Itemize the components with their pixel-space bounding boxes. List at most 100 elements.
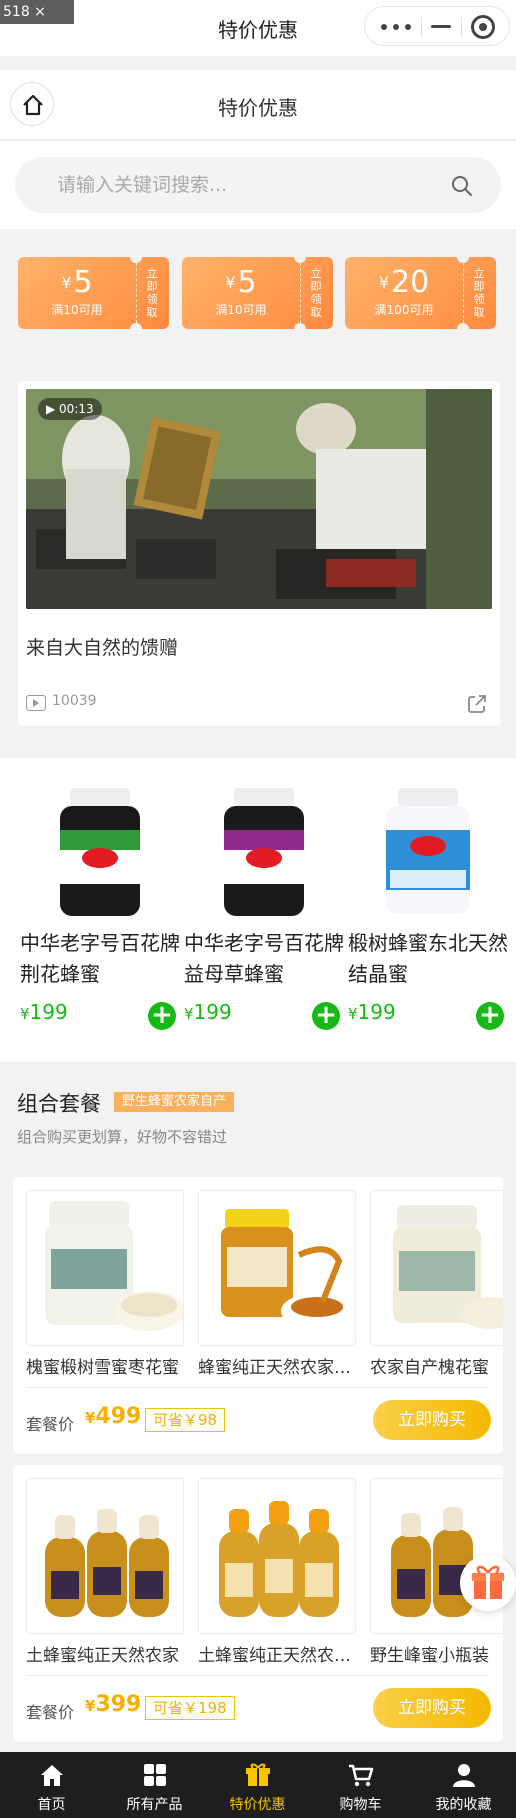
package-card[interactable]: 土蜂蜜纯正天然农家 土蜂蜜纯正天然农家自产 野生峰蜜小瓶装 套餐价 ¥399 可… [13,1465,503,1742]
video-view-count: 10039 [52,693,97,709]
package-item-image [198,1190,356,1346]
coupon-notch [457,323,469,335]
coupon-notch [294,251,306,263]
buy-now-button[interactable]: 立即购买 [373,1400,491,1440]
coupon-condition: 满10可用 [51,303,103,317]
package-price-label: 套餐价 [26,1415,75,1434]
capsule-divider [421,17,422,37]
package-item-name: 土蜂蜜纯正天然农家自产 [198,1646,356,1666]
floating-gift-button[interactable] [460,1555,516,1611]
video-duration-badge: ▶ 00:13 [38,398,102,420]
search-bar [15,157,501,213]
gift-icon [246,1763,270,1786]
package-item-name: 槐蜜椴树雪蜜枣花蜜 [26,1358,179,1378]
close-record-icon[interactable] [471,15,495,39]
tab-favorites[interactable]: 我的收藏 [412,1752,515,1818]
package-item-image [198,1478,356,1634]
package-saving-badge: 可省￥198 [145,1696,235,1720]
package-card[interactable]: 槐蜜椴树雪蜜枣花蜜 蜂蜜纯正天然农家自产 农家自产槐花蜜 套餐价 ¥499 可省… [13,1177,503,1454]
play-icon: ▶ [46,402,60,416]
combo-subtitle: 组合购买更划算，好物不容错过 [17,1128,228,1146]
coupon-claim-label: 立即领取 [310,267,322,319]
video-thumbnail[interactable]: ▶ 00:13 [26,389,492,609]
more-icon[interactable] [381,24,411,30]
window-titlebar: 特价优惠 [0,0,516,56]
search-section [0,141,516,229]
package-item-name: 野生峰蜜小瓶装 [370,1646,489,1666]
package-price-label: 套餐价 [26,1703,75,1722]
honey-jar-image [224,788,304,916]
package-item-name: 农家自产槐花蜜 [370,1358,489,1378]
package-divider [26,1387,490,1388]
size-badge: 518 × 975 [0,0,74,44]
product-price: ¥199 [348,1000,396,1024]
coupon-condition: 满100可用 [374,303,434,317]
share-icon[interactable] [466,693,488,715]
package-item-name: 土蜂蜜纯正天然农家 [26,1646,179,1666]
coupon-amount: ¥5 [61,265,93,300]
coupon-amount: ¥5 [225,265,257,300]
product-card[interactable]: 中华老字号百花牌荆花蜂蜜 ¥199 + [18,758,182,1062]
coupon-claim-label: 立即领取 [146,267,158,319]
product-card[interactable]: 椴树蜂蜜东北天然结晶蜜 ¥199 + [346,758,510,1062]
tab-label: 首页 [37,1797,66,1813]
bottom-tab-bar: 首页 所有产品 特价优惠 购物车 我的收藏 [0,1752,516,1818]
coupon-card[interactable]: ¥20 满100可用 立即领取 [345,251,496,335]
app-screen: 特价优惠 518 × 975 特价优惠 ¥5 满10可用 立即领取 ¥5 [0,0,516,1818]
coupon-amount: ¥20 [378,265,430,300]
honey-jar-image [386,788,470,914]
combo-section-header: 组合套餐 野生蜂蜜农家自产 组合购买更划算，好物不容错过 [0,1062,516,1162]
video-play-icon [26,695,46,711]
product-name: 椴树蜂蜜东北天然结晶蜜 [348,931,508,986]
tab-special-offers[interactable]: 特价优惠 [206,1752,309,1818]
package-item-image [370,1190,503,1346]
tab-label: 特价优惠 [229,1797,286,1813]
product-name: 中华老字号百花牌益母草蜂蜜 [184,931,344,986]
page-navbar: 特价优惠 [0,70,516,140]
grid-icon [144,1764,166,1786]
buy-now-button[interactable]: 立即购买 [373,1688,491,1728]
tab-label: 我的收藏 [435,1797,492,1813]
combo-title: 组合套餐 [17,1092,101,1116]
home-icon [41,1765,63,1786]
package-price: ¥499 [85,1404,142,1429]
tab-cart[interactable]: 购物车 [309,1752,412,1818]
product-name: 中华老字号百花牌荆花蜂蜜 [20,931,180,986]
package-item-name: 蜂蜜纯正天然农家自产 [198,1358,356,1378]
search-input[interactable] [57,157,437,213]
miniapp-capsule [364,6,510,46]
coupon-notch [130,251,142,263]
add-to-cart-button[interactable]: + [148,1002,176,1030]
tab-label: 所有产品 [126,1797,183,1813]
coupon-notch [294,323,306,335]
coupon-claim-label: 立即领取 [473,267,485,319]
tab-all-products[interactable]: 所有产品 [103,1752,206,1818]
video-card[interactable]: ▶ 00:13 来自大自然的馈赠 10039 [18,381,500,726]
tab-home[interactable]: 首页 [0,1752,103,1818]
capsule-divider [461,17,462,37]
page-title: 特价优惠 [218,96,298,120]
coupon-card[interactable]: ¥5 满10可用 立即领取 [18,251,169,335]
beekeeper-photo [26,389,492,609]
combo-tag: 野生蜂蜜农家自产 [114,1092,235,1112]
coupon-divider [463,263,464,323]
package-divider [26,1675,490,1676]
product-price: ¥199 [20,1000,68,1024]
coupon-notch [130,323,142,335]
add-to-cart-button[interactable]: + [312,1002,340,1030]
coupon-divider [300,263,301,323]
package-saving-badge: 可省￥98 [145,1408,226,1432]
coupon-card[interactable]: ¥5 满10可用 立即领取 [182,251,333,335]
product-card[interactable]: 中华老字号百花牌益母草蜂蜜 ¥199 + [182,758,346,1062]
minimize-icon[interactable] [431,25,451,28]
gift-icon [472,1565,504,1599]
cart-icon [349,1764,374,1787]
package-price: ¥399 [85,1692,142,1717]
package-item-image [26,1478,184,1634]
coupon-condition: 满10可用 [215,303,267,317]
coupon-notch [457,251,469,263]
video-title: 来自大自然的馈赠 [26,637,179,659]
tab-label: 购物车 [339,1797,382,1813]
search-icon[interactable] [451,175,473,197]
add-to-cart-button[interactable]: + [476,1002,504,1030]
